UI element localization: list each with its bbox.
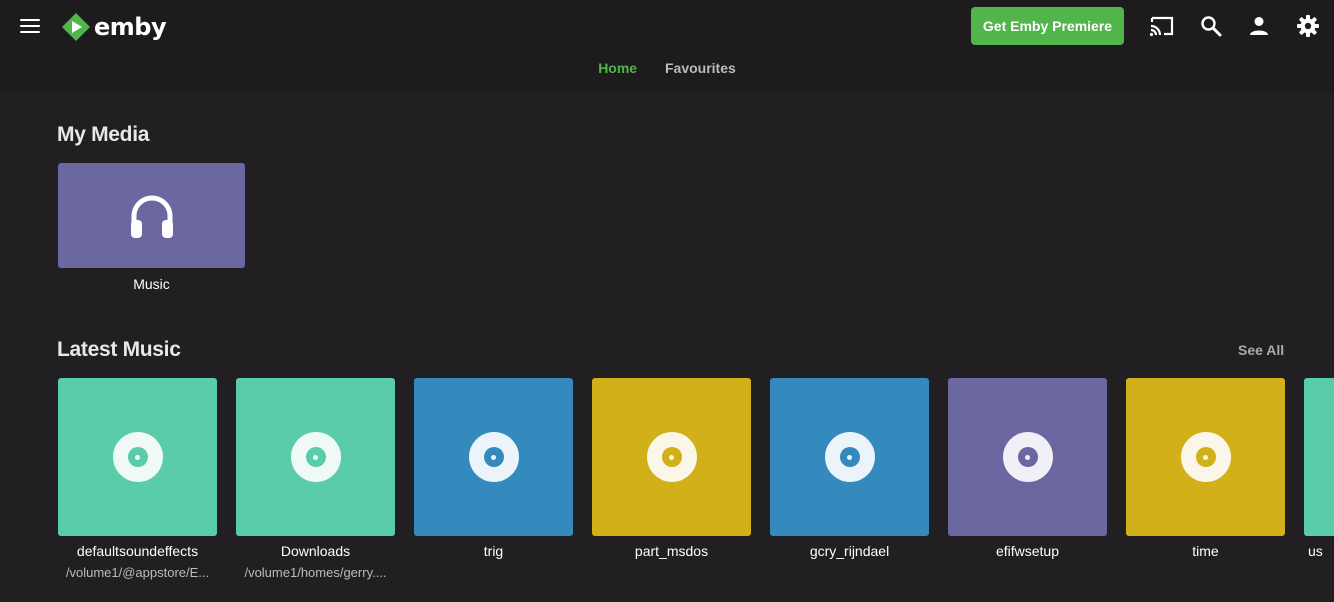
item-title[interactable]: gcry_rijndael [770, 543, 929, 559]
library-card-music[interactable] [58, 163, 245, 268]
item-subtitle: /volume1/homes/gerry.... [244, 565, 387, 580]
item-subtitle: /volume1/@appstore/E... [65, 565, 210, 580]
my-media-title: My Media [57, 123, 150, 146]
album-tile[interactable] [1304, 378, 1334, 536]
disc-icon [468, 432, 519, 482]
list-item: gcry_rijndael [770, 378, 929, 559]
headphones-icon [130, 195, 173, 238]
list-item: time [1126, 378, 1285, 559]
album-tile[interactable] [414, 378, 573, 536]
disc-icon [1002, 432, 1053, 482]
list-item: Downloads /volume1/homes/gerry.... [236, 378, 395, 580]
list-item: efifwsetup [948, 378, 1107, 559]
list-item: trig [414, 378, 573, 559]
list-item: us [1304, 378, 1334, 559]
disc-icon [290, 432, 341, 482]
album-tile[interactable] [770, 378, 929, 536]
album-tile[interactable] [948, 378, 1107, 536]
disc-icon [112, 432, 163, 482]
library-label-music[interactable]: Music [58, 276, 245, 292]
album-tile[interactable] [236, 378, 395, 536]
cast-icon[interactable] [1149, 13, 1175, 39]
get-premiere-button[interactable]: Get Emby Premiere [971, 7, 1124, 45]
latest-music-title[interactable]: Latest Music [57, 338, 181, 362]
tab-favourites[interactable]: Favourites [665, 60, 736, 76]
item-title[interactable]: time [1126, 543, 1285, 559]
tab-bar: Home Favourites [0, 60, 1334, 76]
list-item: defaultsoundeffects /volume1/@appstore/E… [58, 378, 217, 580]
user-icon[interactable] [1246, 13, 1272, 39]
list-item: part_msdos [592, 378, 751, 559]
top-bar: emby Get Emby Premiere Home Favourites [0, 0, 1334, 92]
album-tile[interactable] [58, 378, 217, 536]
item-title[interactable]: efifwsetup [948, 543, 1107, 559]
search-icon[interactable] [1198, 13, 1224, 39]
menu-icon[interactable] [20, 18, 40, 34]
settings-icon[interactable] [1295, 13, 1321, 39]
see-all-link[interactable]: See All [1238, 342, 1284, 358]
item-title[interactable]: Downloads [236, 543, 395, 559]
album-tile[interactable] [592, 378, 751, 536]
disc-icon [646, 432, 697, 482]
disc-icon [824, 432, 875, 482]
item-title[interactable]: us [1304, 543, 1334, 559]
item-title[interactable]: defaultsoundeffects [58, 543, 217, 559]
album-tile[interactable] [1126, 378, 1285, 536]
emby-logo-icon [62, 13, 90, 41]
latest-music-row: defaultsoundeffects /volume1/@appstore/E… [0, 378, 1334, 602]
tab-home[interactable]: Home [598, 60, 637, 76]
logo-text: emby [94, 13, 167, 41]
item-title[interactable]: trig [414, 543, 573, 559]
emby-logo[interactable]: emby [62, 12, 167, 42]
disc-icon [1180, 432, 1231, 482]
item-title[interactable]: part_msdos [592, 543, 751, 559]
